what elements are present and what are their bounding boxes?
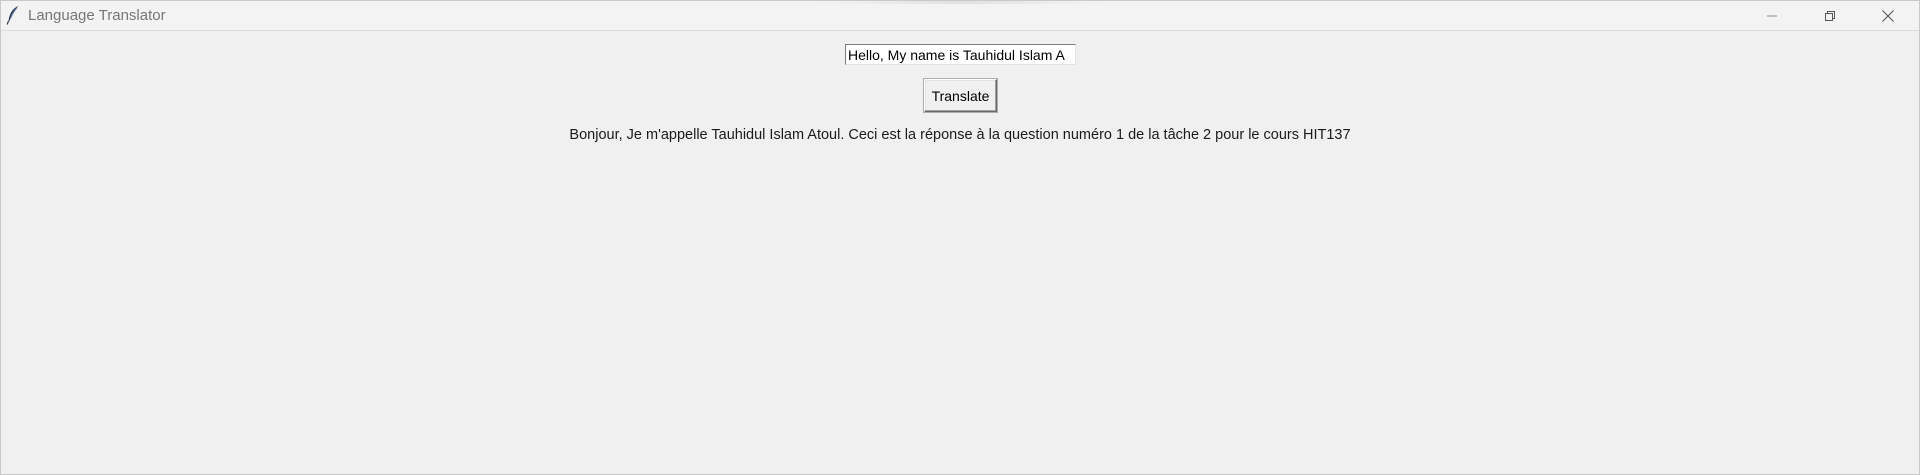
close-icon xyxy=(1882,9,1894,22)
source-text-input[interactable] xyxy=(845,44,1076,65)
window-title: Language Translator xyxy=(28,7,166,24)
translate-button[interactable]: Translate xyxy=(924,79,997,112)
main-content: Translate Bonjour, Je m'appelle Tauhidul… xyxy=(1,31,1919,475)
titlebar-highlight xyxy=(821,1,1101,4)
feather-icon xyxy=(6,6,19,25)
close-button[interactable] xyxy=(1859,1,1917,30)
translation-output: Bonjour, Je m'appelle Tauhidul Islam Ato… xyxy=(569,127,1351,143)
title-bar[interactable]: Language Translator xyxy=(1,1,1919,31)
minimize-icon xyxy=(1767,15,1777,16)
restore-icon xyxy=(1825,10,1835,21)
restore-button[interactable] xyxy=(1801,1,1859,30)
app-window: Language Translator Translate Bonjour, J… xyxy=(0,0,1920,475)
minimize-button[interactable] xyxy=(1743,1,1801,30)
